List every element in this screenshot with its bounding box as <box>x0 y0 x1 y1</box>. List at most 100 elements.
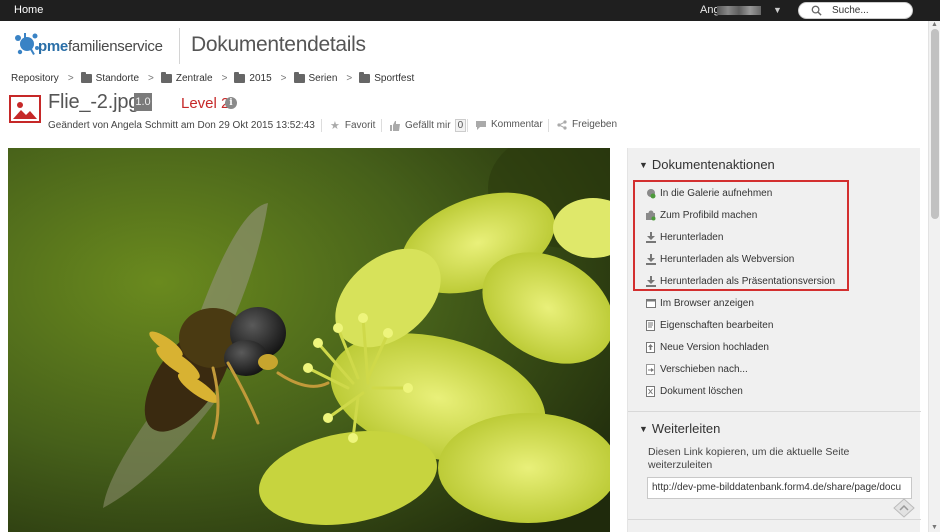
feedback-icon[interactable] <box>893 498 915 518</box>
action-label: Zum Profibild machen <box>660 209 758 221</box>
action-label: Im Browser anzeigen <box>660 297 754 309</box>
breadcrumb-separator: > <box>148 72 154 84</box>
collapse-triangle-icon: ▼ <box>639 424 648 434</box>
share-link-field[interactable]: http://dev-pme-bilddatenbank.form4.de/sh… <box>647 477 912 499</box>
actions-title: Dokumentenaktionen <box>651 157 775 172</box>
breadcrumb-serien[interactable]: Serien <box>309 73 338 84</box>
edit-properties-icon <box>646 319 655 331</box>
version-badge: 1.0 <box>134 93 152 111</box>
breadcrumb: Repository > Standorte > Zentrale > 2015… <box>11 71 414 85</box>
home-link[interactable]: Home <box>14 4 43 16</box>
share-button[interactable]: Freigeben <box>548 119 618 132</box>
folder-icon <box>293 71 305 83</box>
top-navigation-bar: Home Ange ▼ Suche... <box>0 0 940 21</box>
folder-icon <box>80 71 92 83</box>
info-icon[interactable]: i <box>225 97 237 109</box>
document-filename: Flie_-2.jpg <box>48 91 140 113</box>
star-icon: ★ <box>330 120 340 132</box>
comment-button[interactable]: Kommentar <box>467 119 543 132</box>
side-panel: ▼ Dokumentenaktionen In die Galerie aufne… <box>627 148 921 532</box>
folder-icon <box>234 71 246 83</box>
download-icon <box>646 231 656 243</box>
share-label: Freigeben <box>572 119 618 130</box>
favorite-label: Favorit <box>344 120 376 131</box>
search-input[interactable]: Suche... <box>798 2 913 19</box>
action-download-web[interactable]: Herunterladen als Webversion <box>646 252 794 266</box>
panel-divider <box>628 519 921 520</box>
breadcrumb-2015[interactable]: 2015 <box>249 73 271 84</box>
forward-title: Weiterleiten <box>651 421 721 436</box>
page-scrollbar[interactable]: ▲ ▼ <box>928 21 940 532</box>
modified-info: Geändert von Angela Schmitt am Don 29 Ok… <box>48 120 315 131</box>
actions-section-header[interactable]: ▼ Dokumentenaktionen <box>639 157 775 172</box>
redacted-username <box>717 6 761 15</box>
thumbs-up-icon <box>390 120 400 131</box>
search-icon <box>811 5 822 16</box>
forward-section-header[interactable]: ▼ Weiterleiten <box>639 421 720 436</box>
download-icon <box>646 275 656 287</box>
favorite-button[interactable]: ★ Favorit <box>321 119 376 132</box>
breadcrumb-separator: > <box>280 72 287 84</box>
divider <box>467 119 468 132</box>
action-label: Dokument löschen <box>660 385 743 397</box>
scroll-up-icon[interactable]: ▲ <box>931 21 938 28</box>
action-label: Herunterladen als Präsentationsversion <box>660 275 836 287</box>
breadcrumb-standorte[interactable]: Standorte <box>96 73 139 84</box>
panel-divider <box>628 411 921 412</box>
delete-icon <box>646 385 655 397</box>
breadcrumb-separator: > <box>221 72 228 84</box>
collapse-triangle-icon: ▼ <box>639 160 648 170</box>
forward-description: Diesen Link kopieren, um die aktuelle Se… <box>648 446 850 471</box>
image-file-icon <box>9 95 41 123</box>
gallery-icon <box>647 188 656 198</box>
folder-icon <box>160 71 172 83</box>
download-icon <box>646 253 656 265</box>
search-placeholder: Suche... <box>832 5 869 16</box>
action-add-to-gallery[interactable]: In die Galerie aufnehmen <box>646 186 772 200</box>
like-button[interactable]: Gefällt mir 0 <box>381 119 467 132</box>
like-count: 0 <box>454 119 467 132</box>
logo-rest: familienservice <box>67 38 163 55</box>
folder-icon <box>359 71 371 83</box>
action-upload-new-version[interactable]: Neue Version hochladen <box>646 340 769 354</box>
breadcrumb-repository[interactable]: Repository <box>11 73 59 84</box>
action-download[interactable]: Herunterladen <box>646 230 723 244</box>
page-title: Dokumentendetails <box>191 33 366 56</box>
scrollbar-thumb[interactable] <box>931 29 939 219</box>
user-menu-chevron-down-icon[interactable]: ▼ <box>773 5 782 15</box>
action-move-to[interactable]: Verschieben nach... <box>646 362 748 376</box>
security-level: Level 2 <box>181 95 230 112</box>
action-label: Herunterladen <box>660 231 724 243</box>
browser-icon <box>646 298 656 308</box>
action-label: Eigenschaften bearbeiten <box>660 319 774 331</box>
breadcrumb-separator: > <box>67 72 74 84</box>
share-icon <box>557 119 567 130</box>
breadcrumb-separator: > <box>346 72 353 84</box>
breadcrumb-zentrale[interactable]: Zentrale <box>176 73 213 84</box>
next-section-header <box>658 523 858 532</box>
upload-icon <box>646 341 655 353</box>
logo-text: pmefamilienservice <box>38 38 163 55</box>
move-icon <box>646 363 655 375</box>
scroll-down-icon[interactable]: ▼ <box>931 524 938 531</box>
action-make-profile-image[interactable]: Zum Profibild machen <box>646 208 757 222</box>
action-view-in-browser[interactable]: Im Browser anzeigen <box>646 296 754 310</box>
document-preview-image <box>8 148 610 532</box>
action-label: In die Galerie aufnehmen <box>660 187 773 199</box>
divider <box>321 119 322 132</box>
action-label: Herunterladen als Webversion <box>660 253 795 265</box>
profile-image-icon <box>646 210 656 220</box>
action-delete-document[interactable]: Dokument löschen <box>646 384 743 398</box>
comment-label: Kommentar <box>491 119 543 130</box>
header-divider <box>179 28 180 64</box>
divider <box>381 119 382 132</box>
breadcrumb-sportfest[interactable]: Sportfest <box>374 73 414 84</box>
logo-brand: pme <box>38 38 68 55</box>
action-download-presentation[interactable]: Herunterladen als Präsentationsversion <box>646 274 835 288</box>
divider <box>548 119 549 132</box>
action-edit-properties[interactable]: Eigenschaften bearbeiten <box>646 318 773 332</box>
action-label: Verschieben nach... <box>660 363 748 375</box>
pme-logo[interactable]: pmefamilienservice <box>12 30 172 60</box>
like-label: Gefällt mir <box>405 120 451 131</box>
comment-icon <box>476 120 486 130</box>
